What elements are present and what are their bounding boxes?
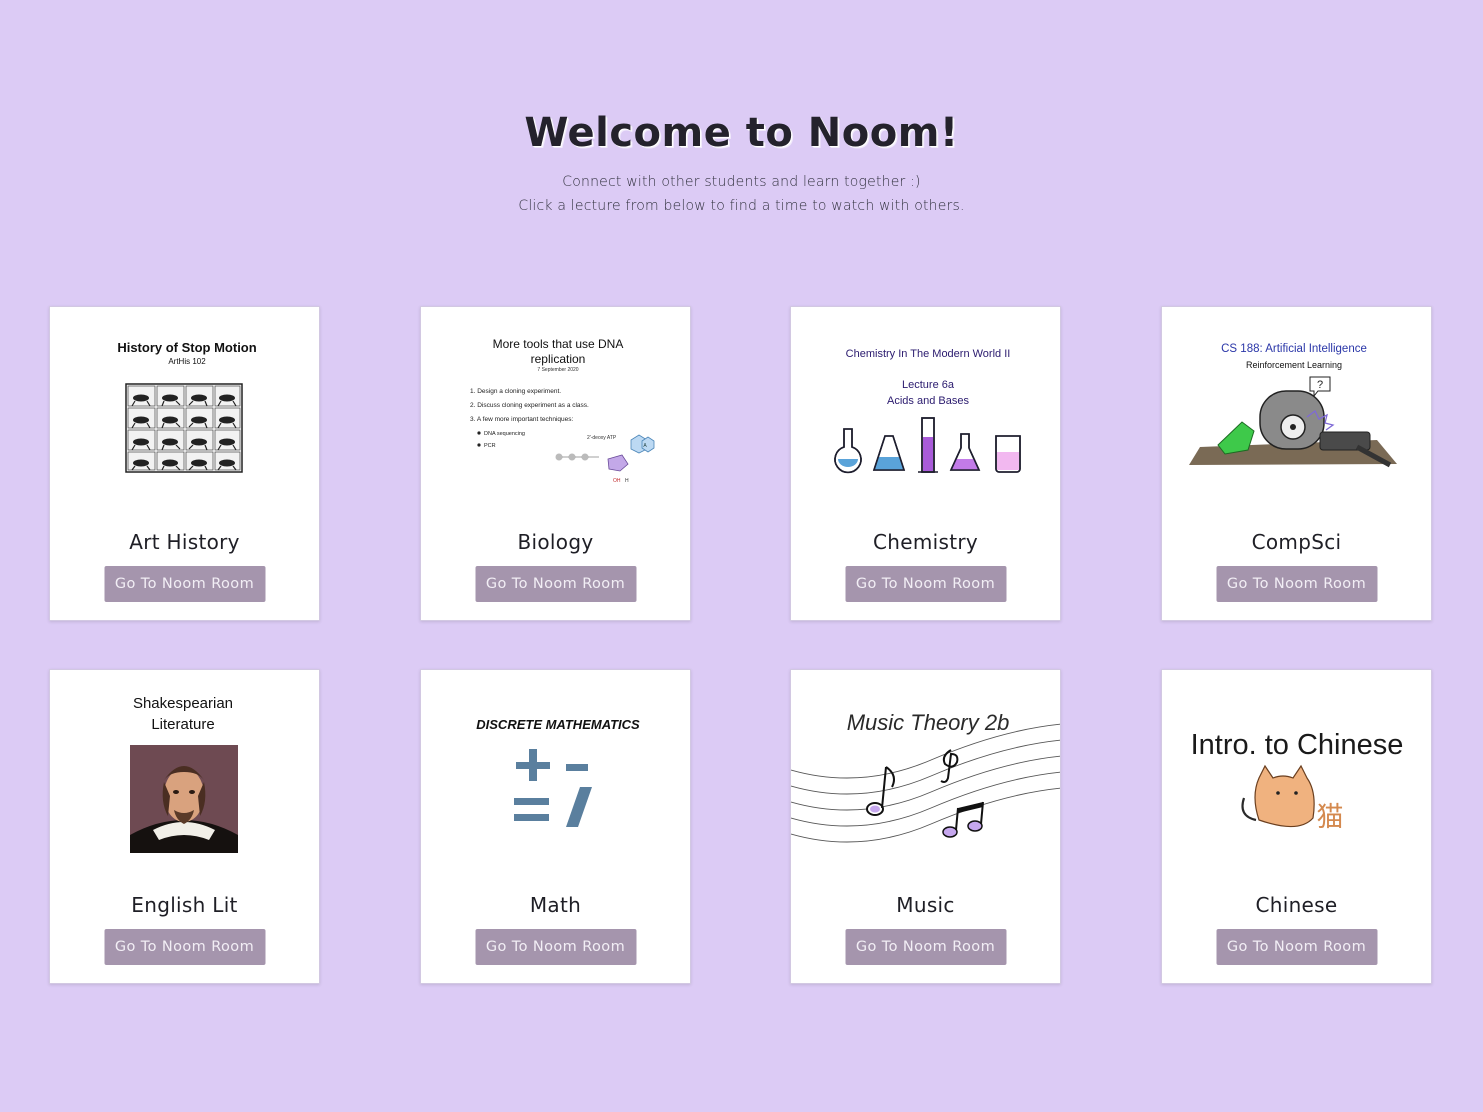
course-thumbnail[interactable]: Intro. to Chinese 猫 xyxy=(1162,670,1431,880)
thumb-subtitle: Reinforcement Learning xyxy=(1246,360,1342,370)
course-name: Art History xyxy=(129,530,240,554)
course-thumbnail[interactable]: Shakespearian Literature xyxy=(50,670,319,880)
thumb-item-1: 1. Design a cloning experiment. xyxy=(470,388,561,395)
course-name: Biology xyxy=(517,530,594,554)
diagram-label: 2'-deoxy ATP xyxy=(587,435,617,441)
chinese-character: 猫 xyxy=(1317,802,1344,833)
thumb-topic: Acids and Bases xyxy=(887,395,969,407)
oh-label: OH xyxy=(613,478,621,484)
thumb-sub-1: DNA sequencing xyxy=(484,431,525,437)
course-card-chinese[interactable]: Intro. to Chinese 猫 Chinese Go To Noom R… xyxy=(1161,669,1432,984)
course-thumbnail[interactable]: History of Stop Motion ArtHis 102 xyxy=(50,307,319,517)
shakespeare-portrait-icon xyxy=(130,745,238,853)
course-card-math[interactable]: DISCRETE MATHEMATICS Math Go To Noom Roo… xyxy=(420,669,691,984)
go-to-noom-room-button[interactable]: Go To Noom Room xyxy=(104,566,265,602)
thumb-item-2: 2. Discuss cloning experiment as a class… xyxy=(470,402,589,409)
thumb-title: History of Stop Motion xyxy=(117,340,256,355)
thumb-date: 7 September 2020 xyxy=(537,367,578,373)
course-name: CompSci xyxy=(1251,530,1342,554)
robot-icon: ? xyxy=(1189,376,1397,468)
go-to-noom-room-button[interactable]: Go To Noom Room xyxy=(475,566,636,602)
music-notes-icon xyxy=(791,723,1060,843)
h-label: H xyxy=(625,478,629,484)
thumb-title-line-1: Shakespearian xyxy=(133,695,233,712)
thumb-title: Music Theory 2b xyxy=(847,710,1010,735)
nucleotide-diagram-icon: 2'-deoxy ATP A OH H xyxy=(555,434,655,484)
course-name: Music xyxy=(896,893,955,917)
course-thumbnail[interactable]: Music Theory 2b xyxy=(791,670,1060,880)
course-name: English Lit xyxy=(131,893,238,917)
course-name: Chemistry xyxy=(872,530,978,554)
course-thumbnail[interactable]: DISCRETE MATHEMATICS xyxy=(421,670,690,880)
go-to-noom-room-button[interactable]: Go To Noom Room xyxy=(845,566,1006,602)
course-card-compsci[interactable]: CS 188: Artificial Intelligence Reinforc… xyxy=(1161,306,1432,621)
course-grid: History of Stop Motion ArtHis 102 Art Hi… xyxy=(0,0,1483,1112)
thumb-title: Chemistry In The Modern World II xyxy=(846,348,1011,360)
thumb-title: DISCRETE MATHEMATICS xyxy=(476,717,640,732)
question-mark: ? xyxy=(1317,379,1323,391)
course-name: Math xyxy=(529,893,582,917)
thumb-title-line-2: replication xyxy=(531,352,586,366)
course-card-english-lit[interactable]: Shakespearian Literature English Lit Go … xyxy=(49,669,320,984)
thumb-item-3: 3. A few more important techniques: xyxy=(470,416,574,423)
thumb-subtitle: ArtHis 102 xyxy=(168,357,206,366)
course-name: Chinese xyxy=(1255,893,1338,917)
course-card-biology[interactable]: More tools that use DNA replication 7 Se… xyxy=(420,306,691,621)
lab-glassware-icon xyxy=(834,417,1021,474)
go-to-noom-room-button[interactable]: Go To Noom Room xyxy=(475,929,636,965)
go-to-noom-room-button[interactable]: Go To Noom Room xyxy=(845,929,1006,965)
thumb-title: Intro. to Chinese xyxy=(1191,729,1404,761)
thumb-title: CS 188: Artificial Intelligence xyxy=(1221,343,1367,355)
cat-icon xyxy=(1241,764,1315,828)
thumb-title-line-1: More tools that use DNA xyxy=(493,337,624,351)
math-operators-icon xyxy=(514,749,592,827)
course-thumbnail[interactable]: More tools that use DNA replication 7 Se… xyxy=(421,307,690,517)
thumb-title-line-2: Literature xyxy=(151,716,214,733)
course-thumbnail[interactable]: CS 188: Artificial Intelligence Reinforc… xyxy=(1162,307,1431,517)
go-to-noom-room-button[interactable]: Go To Noom Room xyxy=(1216,929,1377,965)
horse-motion-frames-icon xyxy=(125,383,243,473)
go-to-noom-room-button[interactable]: Go To Noom Room xyxy=(104,929,265,965)
thumb-sub-2: PCR xyxy=(484,443,496,449)
go-to-noom-room-button[interactable]: Go To Noom Room xyxy=(1216,566,1377,602)
thumb-lecture: Lecture 6a xyxy=(902,379,955,391)
course-card-art-history[interactable]: History of Stop Motion ArtHis 102 Art Hi… xyxy=(49,306,320,621)
course-thumbnail[interactable]: Chemistry In The Modern World II Lecture… xyxy=(791,307,1060,517)
course-card-chemistry[interactable]: Chemistry In The Modern World II Lecture… xyxy=(790,306,1061,621)
course-card-music[interactable]: Music Theory 2b Music Go To Noom Room xyxy=(790,669,1061,984)
